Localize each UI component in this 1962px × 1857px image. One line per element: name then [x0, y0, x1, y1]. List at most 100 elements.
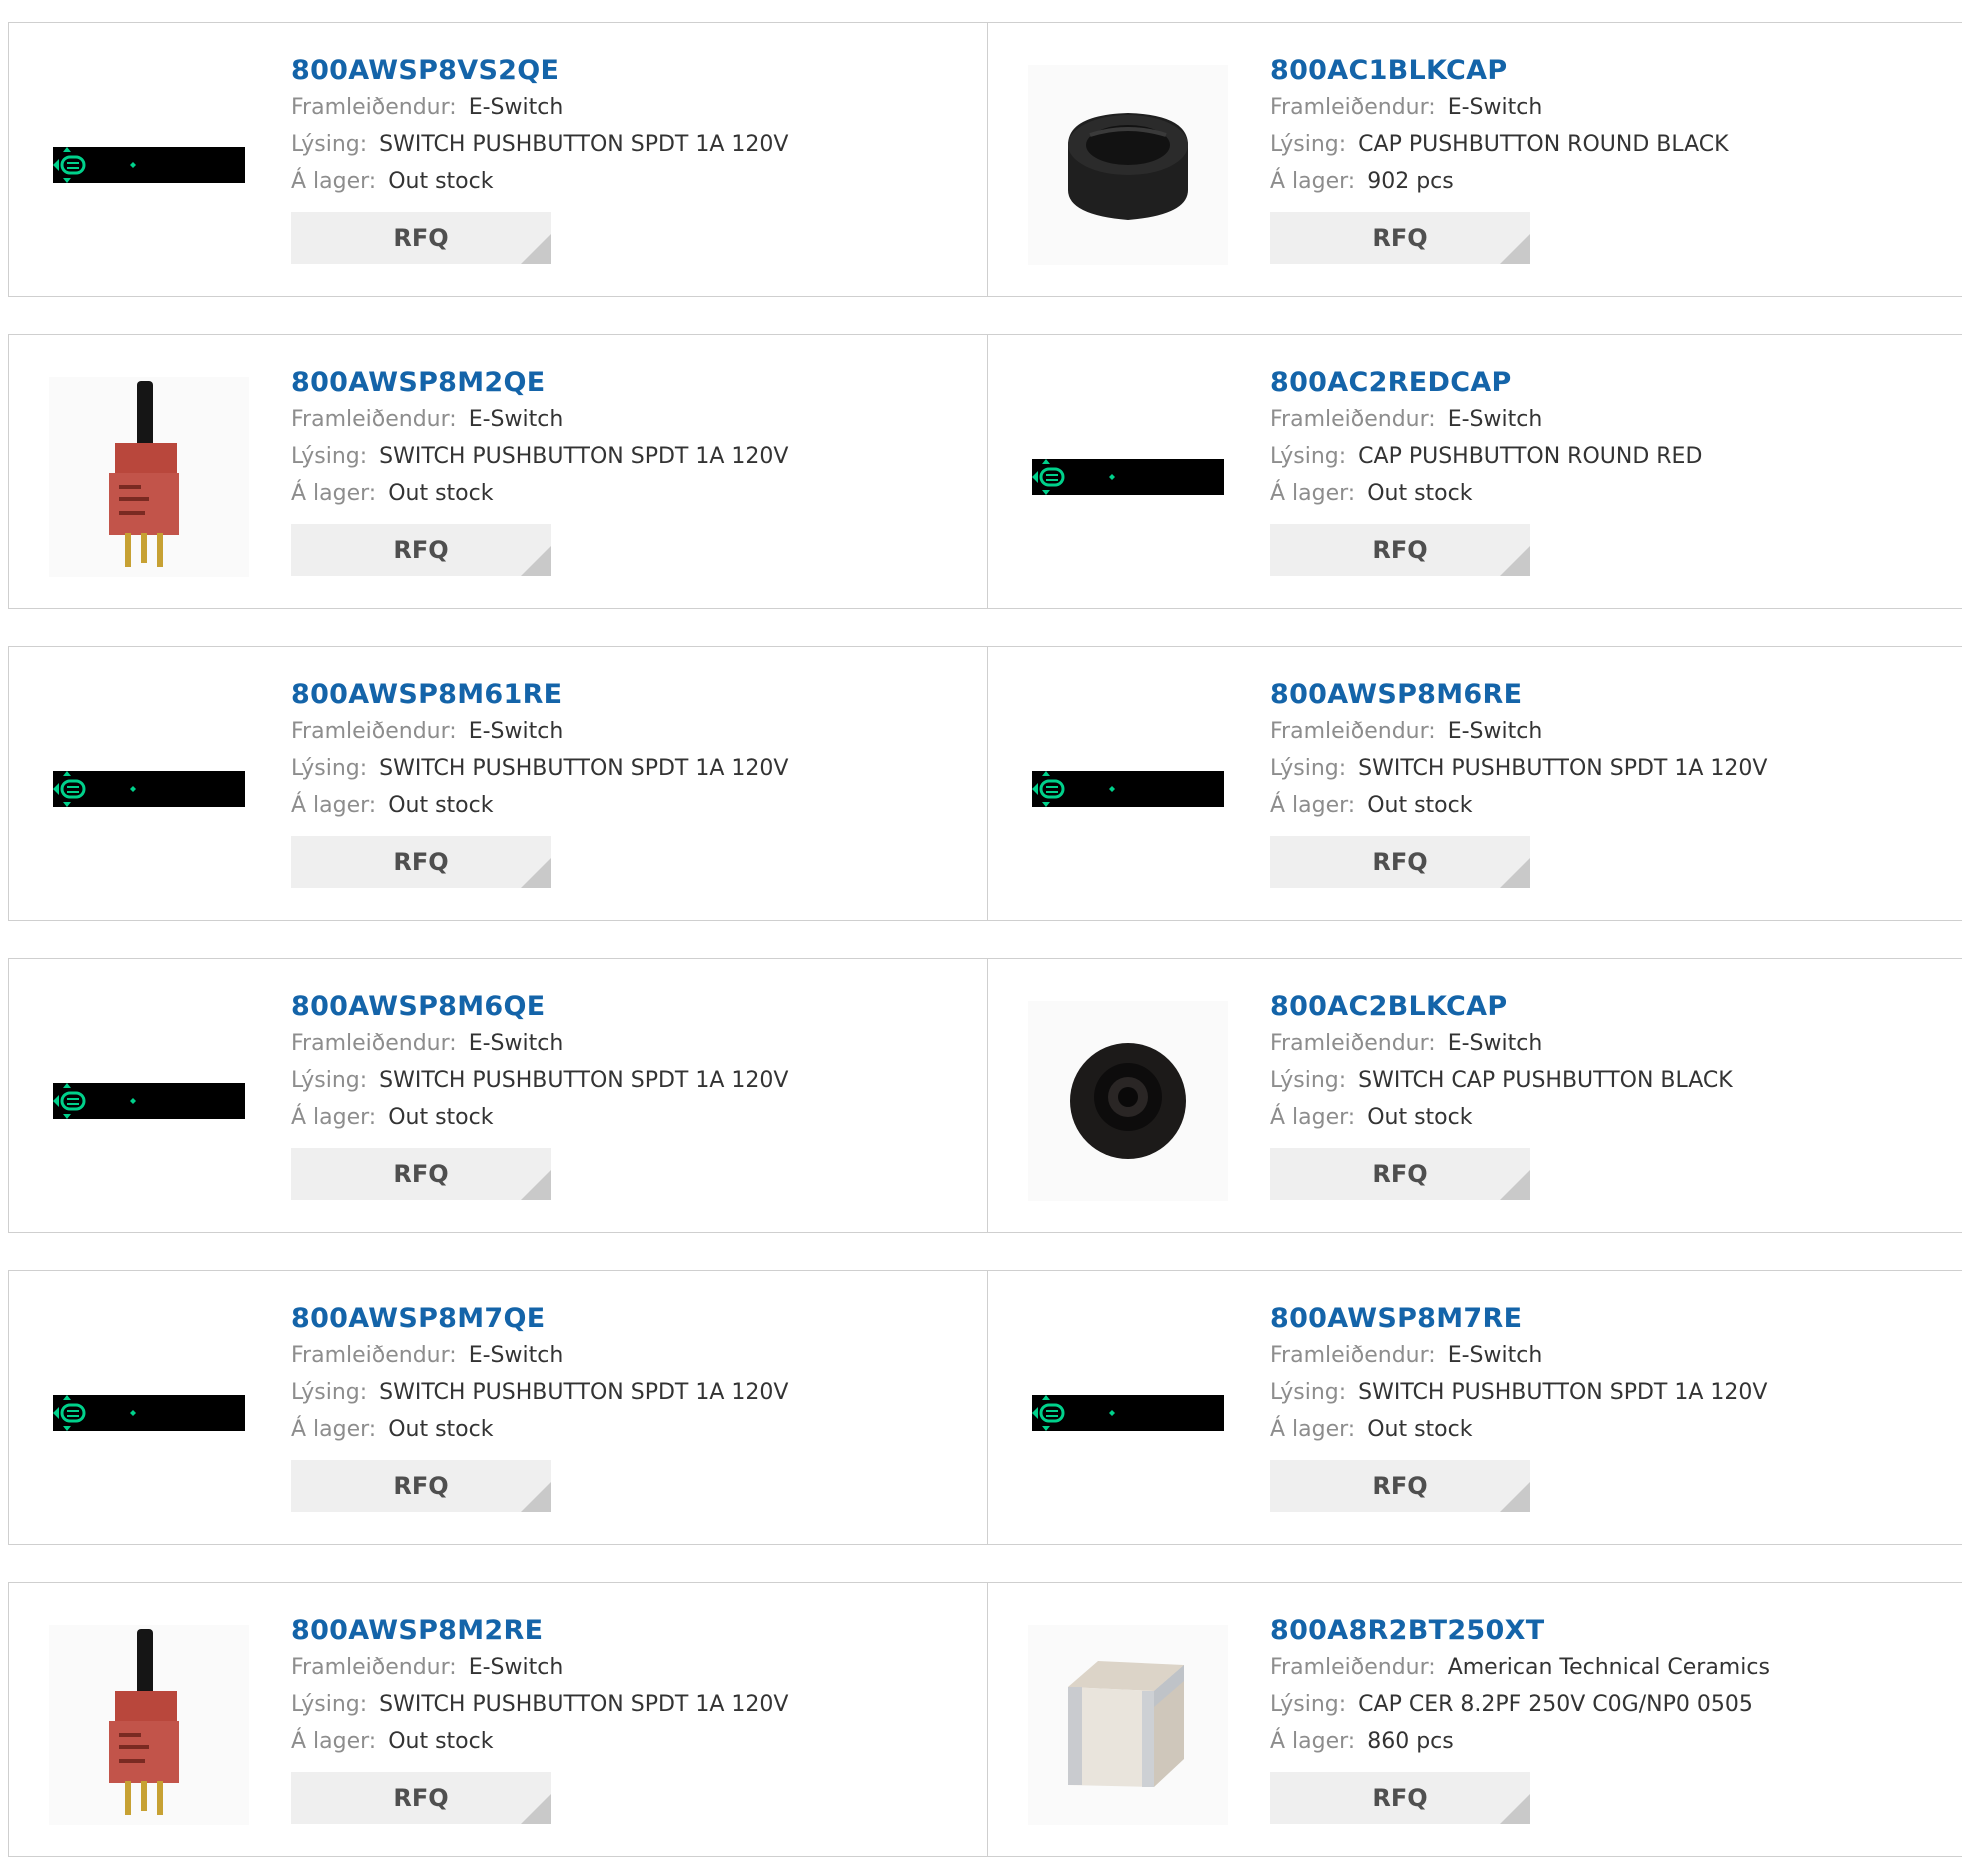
stock-value: Out stock [388, 1105, 494, 1130]
product-thumbnail[interactable] [1028, 377, 1228, 577]
description-value: SWITCH PUSHBUTTON SPDT 1A 120V [1358, 1380, 1768, 1405]
rfq-button[interactable]: RFQ [291, 1460, 551, 1512]
manufacturer-value: E-Switch [468, 95, 564, 120]
product-info: 800AWSP8M61RE Framleiðendur: E-Switch Lýs… [291, 677, 788, 888]
description-value: SWITCH PUSHBUTTON SPDT 1A 120V [379, 1692, 789, 1717]
rfq-button[interactable]: RFQ [291, 1148, 551, 1200]
stock-label: Á lager: [1270, 1729, 1356, 1754]
product-thumbnail[interactable] [1028, 1625, 1228, 1825]
image-placeholder-icon [53, 147, 245, 183]
manufacturer-label: Framleiðendur: [1270, 1031, 1436, 1056]
rfq-button[interactable]: RFQ [291, 1772, 551, 1824]
manufacturer-value: E-Switch [468, 1031, 564, 1056]
description-row: Lýsing: SWITCH PUSHBUTTON SPDT 1A 120V [291, 1686, 788, 1723]
product-card: 800AWSP8M61RE Framleiðendur: E-Switch Lýs… [9, 647, 987, 920]
image-placeholder-icon [53, 771, 245, 807]
stock-row: Á lager: Out stock [291, 1411, 788, 1448]
manufacturer-value: E-Switch [1447, 1031, 1543, 1056]
description-row: Lýsing: SWITCH CAP PUSHBUTTON BLACK [1270, 1062, 1733, 1099]
stock-row: Á lager: Out stock [1270, 787, 1767, 824]
stock-label: Á lager: [291, 169, 377, 194]
rfq-label: RFQ [393, 848, 449, 876]
rfq-button[interactable]: RFQ [291, 524, 551, 576]
product-grid: 800AWSP8VS2QE Framleiðendur: E-Switch Lýs… [0, 0, 1962, 1857]
product-card: 800AWSP8M2QE Framleiðendur: E-Switch Lýsi… [9, 335, 987, 608]
product-part-number-link[interactable]: 800AWSP8M6QE [291, 989, 788, 1025]
manufacturer-value: E-Switch [1447, 1343, 1543, 1368]
product-card: 800AWSP8M6RE Framleiðendur: E-Switch Lýsi… [988, 647, 1962, 920]
product-thumbnail[interactable] [1028, 1313, 1228, 1513]
product-part-number-link[interactable]: 800AC1BLKCAP [1270, 53, 1729, 89]
stock-label: Á lager: [291, 793, 377, 818]
product-part-number-link[interactable]: 800AWSP8VS2QE [291, 53, 788, 89]
product-thumbnail[interactable] [49, 689, 249, 889]
rfq-button[interactable]: RFQ [1270, 836, 1530, 888]
description-value: SWITCH PUSHBUTTON SPDT 1A 120V [379, 1068, 789, 1093]
manufacturer-label: Framleiðendur: [1270, 1343, 1436, 1368]
stock-value: Out stock [388, 1417, 494, 1442]
rfq-button[interactable]: RFQ [1270, 212, 1530, 264]
description-label: Lýsing: [291, 1380, 368, 1405]
product-part-number-link[interactable]: 800AWSP8M7QE [291, 1301, 788, 1337]
stock-label: Á lager: [1270, 169, 1356, 194]
product-thumbnail[interactable] [49, 1313, 249, 1513]
stock-value: 860 pcs [1367, 1729, 1454, 1754]
rfq-button[interactable]: RFQ [291, 836, 551, 888]
product-part-number-link[interactable]: 800AWSP8M2QE [291, 365, 788, 401]
manufacturer-value: E-Switch [1447, 95, 1543, 120]
product-row: 800AWSP8M6QE Framleiðendur: E-Switch Lýsi… [8, 958, 1962, 1233]
product-thumbnail[interactable] [49, 1625, 249, 1825]
product-part-number-link[interactable]: 800A8R2BT250XT [1270, 1613, 1770, 1649]
rfq-corner-decoration [1500, 858, 1530, 888]
product-card: 800AC2BLKCAP Framleiðendur: E-Switch Lýsi… [988, 959, 1962, 1232]
product-part-number-link[interactable]: 800AWSP8M2RE [291, 1613, 788, 1649]
stock-row: Á lager: 860 pcs [1270, 1723, 1770, 1760]
rfq-button[interactable]: RFQ [1270, 1460, 1530, 1512]
product-card: 800AC2REDCAP Framleiðendur: E-Switch Lýsi… [988, 335, 1962, 608]
manufacturer-row: Framleiðendur: E-Switch [1270, 713, 1767, 750]
product-info: 800AWSP8M2QE Framleiðendur: E-Switch Lýsi… [291, 365, 788, 576]
rfq-button[interactable]: RFQ [1270, 1772, 1530, 1824]
product-part-number-link[interactable]: 800AWSP8M7RE [1270, 1301, 1767, 1337]
product-part-number-link[interactable]: 800AWSP8M6RE [1270, 677, 1767, 713]
product-part-number-link[interactable]: 800AC2BLKCAP [1270, 989, 1733, 1025]
description-row: Lýsing: SWITCH PUSHBUTTON SPDT 1A 120V [291, 1062, 788, 1099]
product-row: 800AWSP8VS2QE Framleiðendur: E-Switch Lýs… [8, 22, 1962, 297]
stock-value: Out stock [1367, 1417, 1473, 1442]
product-thumbnail[interactable] [49, 65, 249, 265]
product-thumbnail[interactable] [49, 1001, 249, 1201]
product-info: 800AWSP8M7QE Framleiðendur: E-Switch Lýsi… [291, 1301, 788, 1512]
stock-row: Á lager: Out stock [1270, 1411, 1767, 1448]
image-placeholder-icon [1032, 459, 1224, 495]
description-label: Lýsing: [291, 756, 368, 781]
manufacturer-label: Framleiðendur: [1270, 719, 1436, 744]
rfq-button[interactable]: RFQ [291, 212, 551, 264]
black-cap-icon [1028, 65, 1228, 265]
product-thumbnail[interactable] [1028, 689, 1228, 889]
product-thumbnail[interactable] [1028, 65, 1228, 265]
stock-row: Á lager: Out stock [291, 1723, 788, 1760]
rfq-label: RFQ [393, 1160, 449, 1188]
description-label: Lýsing: [291, 1068, 368, 1093]
stock-value: Out stock [388, 481, 494, 506]
rfq-corner-decoration [1500, 1170, 1530, 1200]
description-label: Lýsing: [1270, 756, 1347, 781]
product-thumbnail[interactable] [49, 377, 249, 577]
manufacturer-value: E-Switch [468, 407, 564, 432]
manufacturer-row: Framleiðendur: E-Switch [291, 401, 788, 438]
rfq-button[interactable]: RFQ [1270, 524, 1530, 576]
image-placeholder-icon [53, 1395, 245, 1431]
description-label: Lýsing: [291, 444, 368, 469]
product-info: 800A8R2BT250XT Framleiðendur: American Te… [1270, 1613, 1770, 1824]
product-row: 800AWSP8M7QE Framleiðendur: E-Switch Lýsi… [8, 1270, 1962, 1545]
product-part-number-link[interactable]: 800AWSP8M61RE [291, 677, 788, 713]
rfq-button[interactable]: RFQ [1270, 1148, 1530, 1200]
description-value: SWITCH PUSHBUTTON SPDT 1A 120V [379, 444, 789, 469]
product-part-number-link[interactable]: 800AC2REDCAP [1270, 365, 1702, 401]
rfq-label: RFQ [393, 1472, 449, 1500]
description-row: Lýsing: SWITCH PUSHBUTTON SPDT 1A 120V [1270, 1374, 1767, 1411]
stock-label: Á lager: [291, 1417, 377, 1442]
product-thumbnail[interactable] [1028, 1001, 1228, 1201]
stock-label: Á lager: [1270, 1417, 1356, 1442]
description-row: Lýsing: CAP PUSHBUTTON ROUND BLACK [1270, 126, 1729, 163]
